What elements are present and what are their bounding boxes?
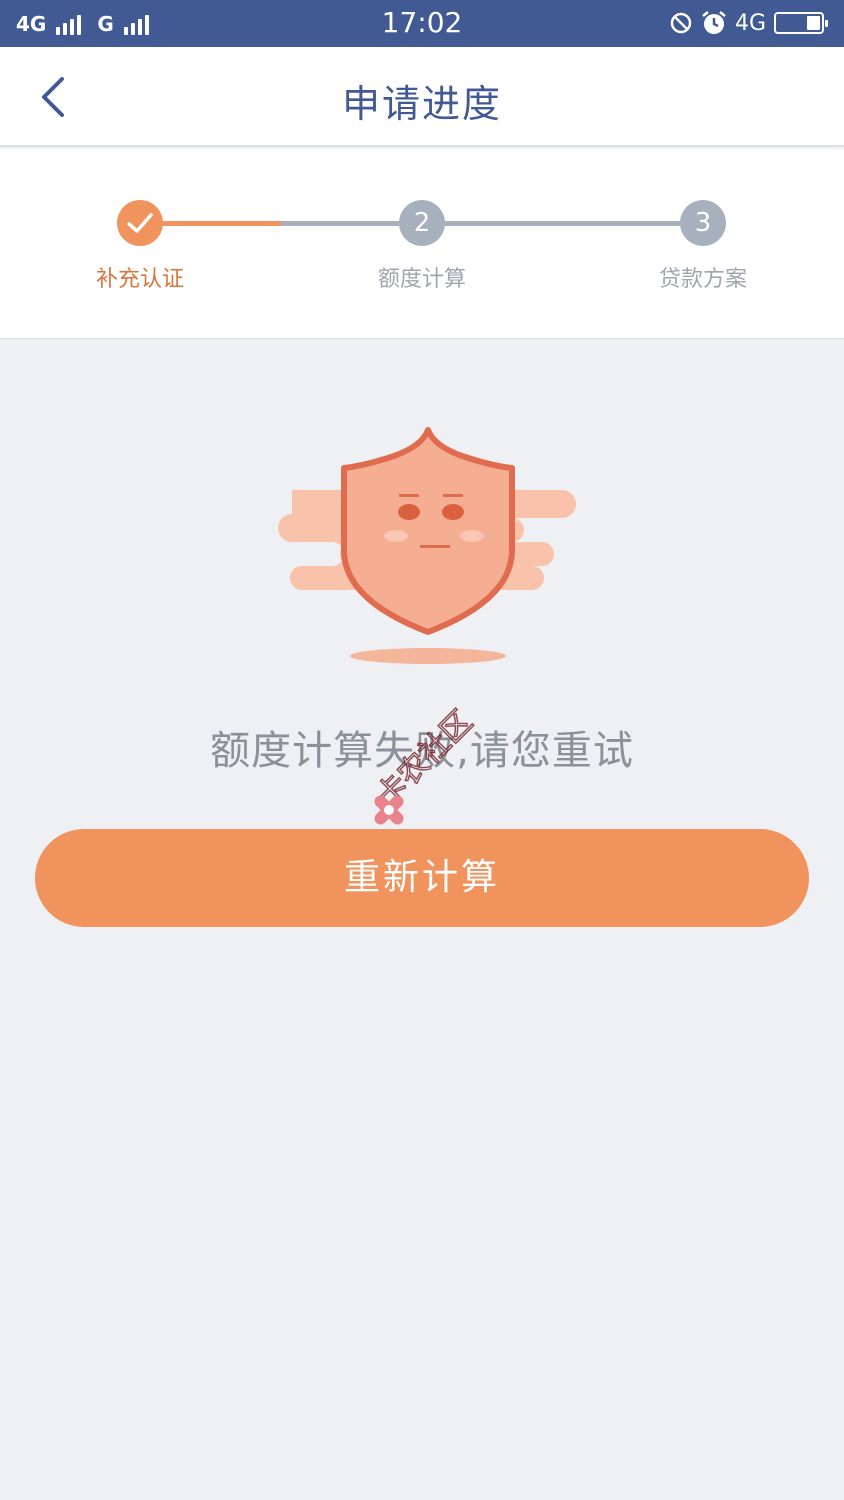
step-3-circle: 3 xyxy=(680,200,726,246)
shield-mascot-illustration xyxy=(278,427,576,664)
step-3-label: 贷款方案 xyxy=(658,267,747,292)
nav-header: 申请进度 xyxy=(0,47,844,147)
step-1-label: 补充认证 xyxy=(95,267,184,292)
do-not-disturb-icon xyxy=(670,12,692,34)
check-icon xyxy=(127,213,153,233)
alarm-clock-icon xyxy=(702,11,726,34)
watermark: 卡农社区 xyxy=(369,703,480,825)
page-title: 申请进度 xyxy=(341,82,502,126)
status-bar: 4G G 17:02 4G xyxy=(0,0,844,47)
battery-icon xyxy=(774,12,828,34)
progress-stepper: 2 3 补充认证 额度计算 贷款方案 xyxy=(0,149,844,339)
watermark-text: 卡农社区 xyxy=(370,704,480,814)
step-connector-done xyxy=(163,221,281,226)
recalculate-button[interactable]: 重新计算 xyxy=(35,829,809,927)
network-type-label-3: 4G xyxy=(734,10,766,36)
status-icons: 4G xyxy=(669,8,828,38)
step-1-circle xyxy=(117,200,163,246)
step-2-circle: 2 xyxy=(399,200,445,246)
step-connector-pending-2 xyxy=(445,221,680,226)
step-2-label: 额度计算 xyxy=(377,267,466,292)
step-connector-pending xyxy=(281,221,399,226)
